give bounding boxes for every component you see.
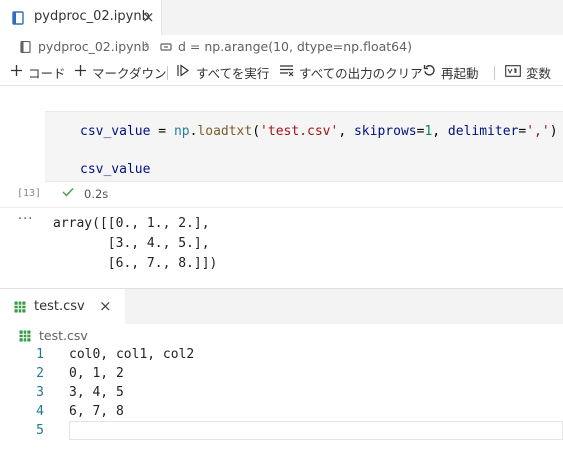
close-icon[interactable]: ×	[99, 297, 112, 315]
code-cell-editor[interactable]: csv_value = np.loadtxt('test.csv', skipr…	[45, 111, 563, 182]
symbol-variable-icon	[160, 41, 172, 56]
output-divider	[0, 207, 563, 208]
editor-line[interactable]: 0, 1, 2	[69, 366, 124, 381]
add-code-button[interactable]: コード	[10, 63, 66, 81]
breadcrumb: test.csv	[0, 325, 563, 347]
editor-line[interactable]: col0, col1, col2	[69, 347, 194, 362]
close-icon[interactable]: ×	[142, 8, 155, 26]
execution-count: [13]	[17, 188, 42, 199]
current-line-highlight	[69, 421, 563, 440]
add-markdown-button[interactable]: マークダウン	[74, 63, 167, 81]
breadcrumb: pydproc_02.ipynb › d = np.arange(10, dty…	[0, 35, 563, 58]
run-all-label: すべてを実行	[196, 65, 270, 81]
plus-icon	[74, 64, 87, 80]
line-number: 1	[36, 347, 44, 362]
cell-status: 0.2s	[62, 186, 108, 201]
line-number: 5	[36, 423, 44, 438]
table-icon	[14, 301, 26, 317]
code-line: csv_value = np.loadtxt('test.csv', skipr…	[80, 124, 558, 139]
clear-all-icon	[279, 64, 294, 80]
csv-tab[interactable]: test.csv ×	[0, 289, 125, 325]
run-all-icon	[177, 64, 191, 80]
check-icon	[62, 186, 74, 201]
notebook-tab-title: pydproc_02.ipynb	[34, 9, 150, 24]
add-markdown-label: マークダウン	[92, 65, 167, 81]
editor-line[interactable]: 6, 7, 8	[69, 404, 124, 419]
output-more-icon[interactable]: ···	[18, 212, 33, 227]
line-number: 2	[36, 366, 44, 381]
add-code-label: コード	[28, 65, 66, 81]
variables-label: 変数	[526, 65, 552, 81]
restart-button[interactable]: 再起動	[423, 63, 479, 81]
code-line: csv_value	[80, 162, 151, 177]
csv-tab-title: test.csv	[34, 299, 85, 314]
csv-editor-group: test.csv × test.csv 1 col0, col1, col2 2…	[0, 288, 563, 452]
plus-icon	[10, 64, 23, 80]
notebook-icon	[20, 40, 31, 56]
clear-outputs-button[interactable]: すべての出力のクリア	[279, 63, 423, 81]
notebook-tab[interactable]: pydproc_02.ipynb ×	[0, 0, 162, 35]
breadcrumb-file[interactable]: test.csv	[39, 328, 88, 343]
breadcrumb-cell[interactable]: d = np.arange(10, dtype=np.float64)	[178, 39, 412, 54]
toolbar-divider	[167, 66, 168, 80]
restart-icon	[423, 64, 436, 80]
line-number: 3	[36, 385, 44, 400]
breadcrumb-file[interactable]: pydproc_02.ipynb	[38, 39, 149, 54]
editor-tab-bar: test.csv ×	[0, 288, 563, 325]
clear-outputs-label: すべての出力のクリア	[299, 65, 423, 81]
chevron-right-icon: ›	[144, 37, 150, 53]
cell-duration: 0.2s	[84, 186, 109, 201]
editor-tab-bar: pydproc_02.ipynb ×	[0, 0, 563, 35]
cell-output: array([[0., 1., 2.], [3., 4., 5.], [6., …	[53, 216, 218, 271]
restart-label: 再起動	[441, 65, 479, 81]
run-all-button[interactable]: すべてを実行	[177, 63, 269, 81]
variables-icon	[505, 64, 521, 80]
editor-line[interactable]: 3, 4, 5	[69, 385, 124, 400]
table-icon	[19, 330, 31, 345]
line-number: 4	[36, 404, 44, 419]
toolbar-divider	[494, 66, 495, 80]
notebook-icon	[12, 11, 24, 29]
notebook-toolbar: コード マークダウン すべてを実行 すべての出力のクリア 再起動 変数	[0, 58, 563, 86]
variables-button[interactable]: 変数	[505, 63, 551, 81]
notebook-padding	[0, 87, 563, 111]
